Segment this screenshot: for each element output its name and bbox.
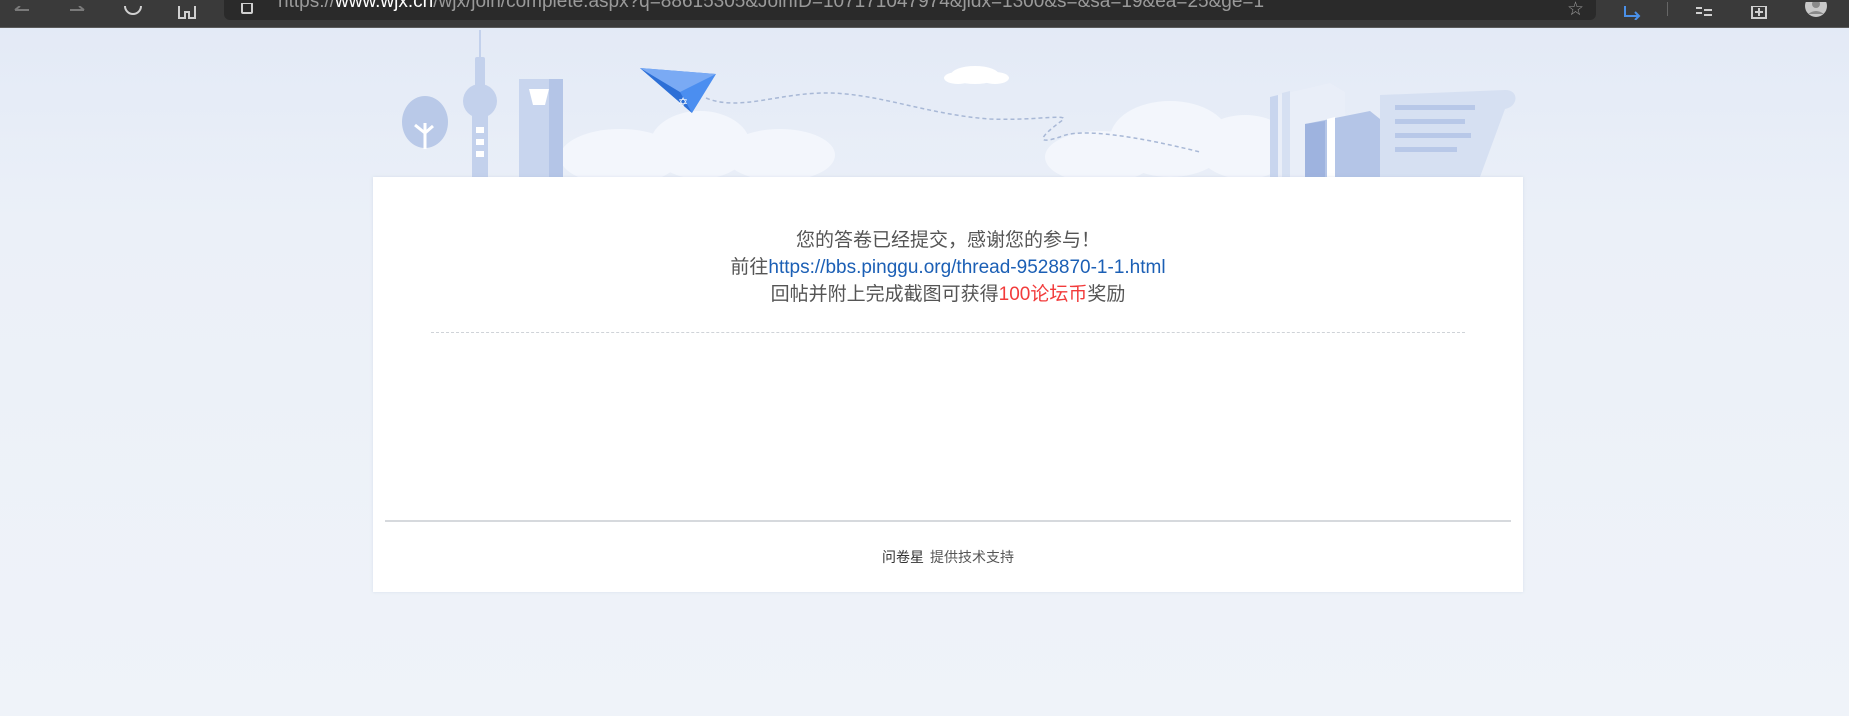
reward-line: 回帖并附上完成截图可获得100论坛币奖励	[373, 281, 1523, 308]
completion-card: 您的答卷已经提交，感谢您的参与！ 前往https://bbs.pinggu.or…	[373, 177, 1523, 592]
address-bar[interactable]: https://www.wjx.cn/wjx/join/complete.asp…	[224, 0, 1596, 20]
url-path: /wjx/join/complete.aspx?q=88615305&JoinI…	[433, 0, 1265, 12]
collections-icon[interactable]	[1745, 0, 1773, 20]
dotted-divider	[431, 332, 1465, 333]
books-icon	[1270, 83, 1380, 177]
header-illustration: ✡	[0, 27, 1849, 185]
favorite-star-icon[interactable]: ☆	[1567, 0, 1584, 20]
tv-tower-icon	[463, 30, 497, 177]
reward-suffix: 奖励	[1087, 284, 1126, 305]
tech-support-text: 提供技术支持	[930, 549, 1014, 565]
reward-prefix: 回帖并附上完成截图可获得	[770, 284, 999, 305]
city-skyline-illustration: ✡	[402, 30, 1516, 185]
favorites-list-icon[interactable]	[1690, 0, 1718, 20]
extension-icon[interactable]	[1618, 0, 1646, 20]
tower-building-icon	[519, 79, 563, 177]
goto-prefix: 前往	[730, 257, 769, 278]
document-scroll-icon	[1380, 90, 1516, 177]
footer-divider	[385, 520, 1511, 522]
toolbar-separator	[1667, 2, 1668, 16]
reward-amount: 100论坛币	[998, 284, 1088, 305]
completion-message: 您的答卷已经提交，感谢您的参与！ 前往https://bbs.pinggu.or…	[373, 227, 1523, 308]
url-text[interactable]: https://www.wjx.cn/wjx/join/complete.asp…	[278, 0, 1264, 12]
footer: 问卷星 提供技术支持	[373, 548, 1523, 566]
browser-toolbar: https://www.wjx.cn/wjx/join/complete.asp…	[0, 0, 1849, 28]
home-icon[interactable]	[174, 0, 200, 20]
forum-thread-link[interactable]: https://bbs.pinggu.org/thread-9528870-1-…	[768, 257, 1165, 278]
refresh-icon[interactable]	[120, 0, 146, 20]
url-scheme: https://	[278, 0, 336, 12]
forum-link-line: 前往https://bbs.pinggu.org/thread-9528870-…	[373, 254, 1523, 281]
paper-plane-icon: ✡	[640, 68, 716, 113]
tree-icon	[402, 96, 448, 149]
thank-you-text: 您的答卷已经提交，感谢您的参与！	[795, 230, 1100, 251]
profile-avatar-icon[interactable]	[1802, 0, 1830, 20]
url-host: www.wjx.cn	[335, 0, 434, 12]
forward-icon[interactable]	[65, 0, 91, 20]
svg-text:✡: ✡	[678, 95, 688, 109]
brand-name[interactable]: 问卷星	[882, 549, 924, 565]
back-icon[interactable]	[8, 0, 34, 20]
lock-icon[interactable]	[240, 0, 254, 14]
